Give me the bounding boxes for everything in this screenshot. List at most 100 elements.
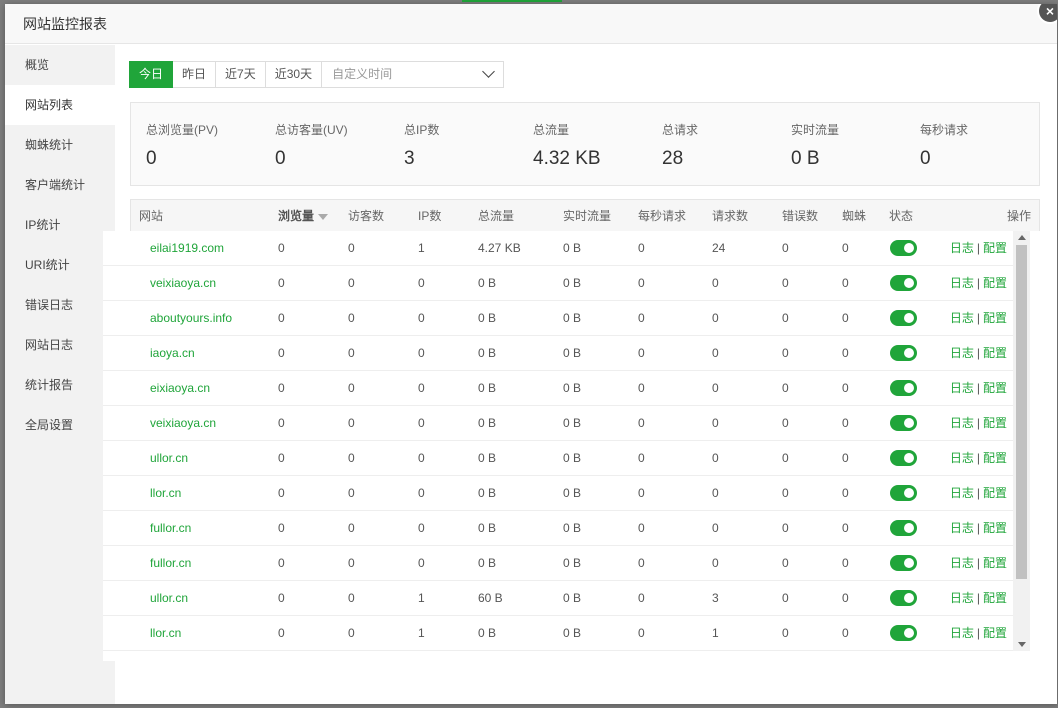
log-link[interactable]: 日志 <box>950 241 974 255</box>
status-toggle[interactable] <box>890 415 917 431</box>
config-link[interactable]: 配置 <box>983 486 1007 500</box>
log-link[interactable]: 日志 <box>950 556 974 570</box>
yesterday-button[interactable]: 昨日 <box>173 61 217 88</box>
log-link[interactable]: 日志 <box>950 311 974 325</box>
table-row: eilai1919.com 0 0 1 4.27 KB 0 B 0 24 0 0 日志 | 配置 <box>103 231 1021 266</box>
status-toggle[interactable] <box>890 485 917 501</box>
config-link[interactable]: 配置 <box>983 311 1007 325</box>
cell-site[interactable]: fullor.cn <box>150 546 191 581</box>
config-link[interactable]: 配置 <box>983 241 1007 255</box>
cell-site[interactable]: eixiaoya.cn <box>150 371 210 406</box>
config-link[interactable]: 配置 <box>983 626 1007 640</box>
row-operations: 日志 | 配置 <box>950 266 1007 300</box>
table-row: llor.cn 0 0 1 0 B 0 B 0 1 0 0 日志 | 配置 <box>103 616 1021 651</box>
status-toggle[interactable] <box>890 520 917 536</box>
scroll-thumb[interactable] <box>1016 245 1027 579</box>
custom-time-placeholder: 自定义时间 <box>332 67 393 81</box>
cell-requests: 0 <box>712 276 719 290</box>
column-header-spider[interactable]: 蜘蛛 <box>842 200 866 232</box>
cell-site[interactable]: llor.cn <box>150 476 181 511</box>
cell-site[interactable]: llor.cn <box>150 616 181 651</box>
scroll-down-arrow-icon[interactable] <box>1018 642 1026 647</box>
config-link[interactable]: 配置 <box>983 591 1007 605</box>
scroll-up-arrow-icon[interactable] <box>1018 235 1026 240</box>
cell-site[interactable]: fullor.cn <box>150 511 191 546</box>
log-link[interactable]: 日志 <box>950 591 974 605</box>
ops-separator: | <box>976 311 980 325</box>
log-link[interactable]: 日志 <box>950 381 974 395</box>
log-link[interactable]: 日志 <box>950 521 974 535</box>
cell-ip: 1 <box>418 591 425 605</box>
sidebar-item-stats-report[interactable]: 统计报告 <box>5 365 115 405</box>
row-operations: 日志 | 配置 <box>950 546 1007 580</box>
cell-realtime: 0 B <box>563 381 582 395</box>
config-link[interactable]: 配置 <box>983 276 1007 290</box>
cell-errors: 0 <box>782 521 789 535</box>
cell-site[interactable]: eilai1919.com <box>150 231 224 266</box>
status-toggle[interactable] <box>890 555 917 571</box>
column-header-site[interactable]: 网站 <box>139 200 163 232</box>
sidebar-item-overview[interactable]: 概览 <box>5 45 115 85</box>
cell-uv: 0 <box>348 486 355 500</box>
log-link[interactable]: 日志 <box>950 626 974 640</box>
status-toggle[interactable] <box>890 345 917 361</box>
cell-site[interactable]: veixiaoya.cn <box>150 266 216 301</box>
status-toggle[interactable] <box>890 275 917 291</box>
sidebar-item-site-list[interactable]: 网站列表 <box>5 85 115 125</box>
log-link[interactable]: 日志 <box>950 486 974 500</box>
config-link[interactable]: 配置 <box>983 381 1007 395</box>
cell-qps: 0 <box>638 311 645 325</box>
log-link[interactable]: 日志 <box>950 416 974 430</box>
cell-realtime: 0 B <box>563 486 582 500</box>
sidebar-item-error-log[interactable]: 错误日志 <box>5 285 115 325</box>
sidebar-item-site-log[interactable]: 网站日志 <box>5 325 115 365</box>
stat-value: 0 <box>146 148 157 169</box>
sidebar-item-client-stats[interactable]: 客户端统计 <box>5 165 115 205</box>
sidebar-item-global-settings[interactable]: 全局设置 <box>5 405 115 445</box>
status-toggle[interactable] <box>890 310 917 326</box>
cell-site[interactable]: ullor.cn <box>150 581 188 616</box>
config-link[interactable]: 配置 <box>983 556 1007 570</box>
column-header-qps[interactable]: 每秒请求 <box>638 200 686 232</box>
sidebar-item-ip-stats[interactable]: IP统计 <box>5 205 115 245</box>
status-toggle[interactable] <box>890 625 917 641</box>
config-link[interactable]: 配置 <box>983 346 1007 360</box>
log-link[interactable]: 日志 <box>950 276 974 290</box>
column-header-requests[interactable]: 请求数 <box>712 200 748 232</box>
sidebar-item-spider-stats[interactable]: 蜘蛛统计 <box>5 125 115 165</box>
cell-site[interactable]: veixiaoya.cn <box>150 406 216 441</box>
cell-site[interactable]: iaoya.cn <box>150 336 195 371</box>
column-header-realtime[interactable]: 实时流量 <box>563 200 611 232</box>
cell-site[interactable]: aboutyours.info <box>150 301 232 336</box>
config-link[interactable]: 配置 <box>983 416 1007 430</box>
config-link[interactable]: 配置 <box>983 451 1007 465</box>
custom-time-select[interactable]: 自定义时间 <box>322 61 505 88</box>
config-link[interactable]: 配置 <box>983 521 1007 535</box>
cell-ip: 0 <box>418 486 425 500</box>
log-link[interactable]: 日志 <box>950 451 974 465</box>
column-header-status: 状态 <box>889 209 914 223</box>
column-header-pv[interactable]: 浏览量 <box>278 200 329 232</box>
status-toggle[interactable] <box>890 590 917 606</box>
sidebar-item-uri-stats[interactable]: URI统计 <box>5 245 115 285</box>
column-header-uv[interactable]: 访客数 <box>348 200 384 232</box>
today-button[interactable]: 今日 <box>129 61 174 88</box>
cell-pv: 0 <box>278 311 285 325</box>
log-link[interactable]: 日志 <box>950 346 974 360</box>
last-7-days-button[interactable]: 近7天 <box>216 61 266 88</box>
stat-label: 总IP数 <box>404 123 440 137</box>
ops-separator: | <box>976 451 980 465</box>
column-header-ip[interactable]: IP数 <box>418 200 441 232</box>
status-toggle[interactable] <box>890 240 917 256</box>
column-header-errors[interactable]: 错误数 <box>782 200 818 232</box>
last-30-days-button[interactable]: 近30天 <box>265 61 323 88</box>
status-toggle[interactable] <box>890 380 917 396</box>
status-toggle[interactable] <box>890 450 917 466</box>
cell-qps: 0 <box>638 346 645 360</box>
cell-traffic: 0 B <box>478 416 497 430</box>
ops-separator: | <box>976 556 980 570</box>
column-header-traffic[interactable]: 总流量 <box>478 200 514 232</box>
table-scrollbar[interactable] <box>1013 231 1030 651</box>
cell-site[interactable]: ullor.cn <box>150 441 188 476</box>
cell-pv: 0 <box>278 241 285 255</box>
